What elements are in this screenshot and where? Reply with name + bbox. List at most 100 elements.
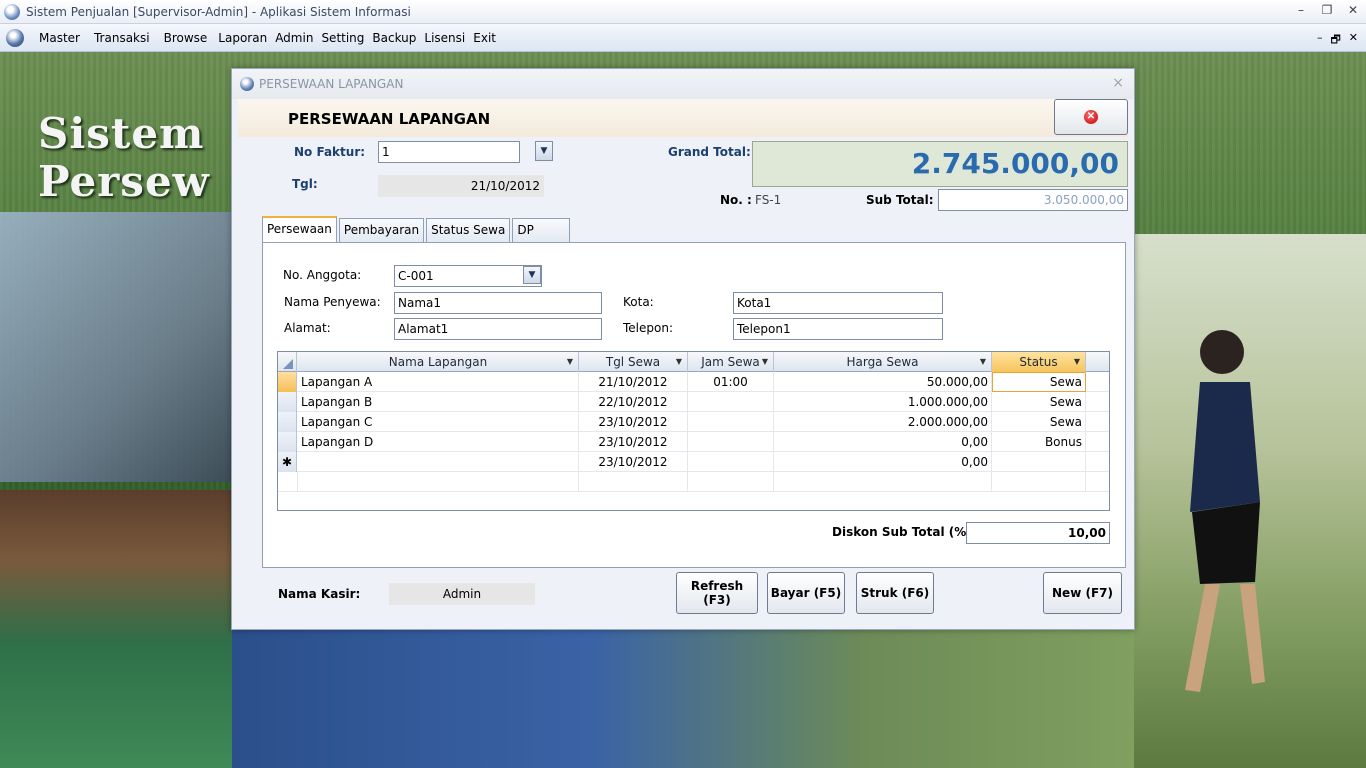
grid-header: Nama Lapangan ▼ Tgl Sewa ▼ Jam Sewa ▼ Harga… [278, 352, 1109, 372]
col-tgl-sewa[interactable]: Tgl Sewa ▼ [579, 352, 688, 372]
menu-admin[interactable]: Admin [271, 31, 317, 45]
nama-kasir-label: Nama Kasir: [278, 587, 361, 601]
cell-tgl[interactable]: 21/10/2012 [579, 372, 688, 392]
col-harga-sewa[interactable]: Harga Sewa ▼ [774, 352, 992, 372]
cell-nama[interactable]: Lapangan A [298, 372, 579, 392]
window-controls: – ❐ ✕ [1294, 3, 1360, 17]
cell-tgl[interactable]: 22/10/2012 [579, 392, 688, 412]
cell-nama[interactable]: Lapangan B [298, 392, 579, 412]
no-anggota-label: No. Anggota: [283, 268, 362, 282]
menu-exit[interactable]: Exit [469, 31, 500, 45]
table-row[interactable]: Lapangan D 23/10/2012 0,00 Bonus [278, 432, 1109, 452]
menu-logo-icon[interactable] [6, 28, 24, 47]
tab-dp[interactable]: DP [512, 218, 571, 242]
sort-arrow-icon: ▼ [1073, 357, 1080, 366]
alamat-input[interactable]: Alamat1 [394, 318, 602, 340]
minimize-icon[interactable]: – [1294, 3, 1308, 17]
persewaan-dialog: PERSEWAAN LAPANGAN × PERSEWAAN LAPANGAN … [231, 68, 1135, 630]
cell-status[interactable]: Bonus [992, 432, 1086, 452]
cell-tgl[interactable]: 23/10/2012 [579, 432, 688, 452]
new-row-icon[interactable]: ✱ [278, 452, 297, 472]
app-titlebar: Sistem Penjualan [Supervisor-Admin] - Ap… [0, 0, 1366, 24]
cell-status[interactable]: Sewa [992, 372, 1086, 392]
tab-strip: Persewaan Pembayaran Status Sewa DP [262, 216, 572, 242]
menu-transaksi[interactable]: Transaksi [87, 31, 157, 45]
menu-master[interactable]: Master [32, 31, 87, 45]
no-anggota-select[interactable]: C-001 [394, 265, 542, 287]
player-silhouette-icon [1185, 330, 1265, 692]
no-faktur-dropdown-icon[interactable]: ▼ [535, 141, 553, 161]
no-faktur-input[interactable]: 1 [378, 141, 520, 163]
cell-harga[interactable]: 2.000.000,00 [774, 412, 992, 432]
struk-button[interactable]: Struk (F6) [856, 572, 934, 614]
menu-setting[interactable]: Setting [317, 31, 368, 45]
tab-status-sewa[interactable]: Status Sewa [426, 218, 511, 242]
no-faktur-label: No Faktur: [294, 145, 366, 159]
kota-input[interactable]: Kota1 [733, 292, 943, 314]
cell-harga[interactable]: 0,00 [774, 432, 992, 452]
cell-jam[interactable]: 01:00 [688, 372, 774, 392]
new-row[interactable]: ✱ 23/10/2012 0,00 [278, 452, 1109, 472]
cell-status[interactable]: Sewa [992, 392, 1086, 412]
telepon-input[interactable]: Telepon1 [733, 318, 943, 340]
cell-tgl[interactable]: 23/10/2012 [579, 452, 688, 472]
sort-arrow-icon: ▼ [979, 357, 986, 366]
cell-jam[interactable] [688, 392, 774, 412]
table-row[interactable]: Lapangan A 21/10/2012 01:00 50.000,00 Se… [278, 372, 1109, 392]
row-selector[interactable] [278, 432, 297, 452]
tgl-label: Tgl: [292, 177, 318, 191]
row-selector[interactable] [278, 372, 297, 392]
cell-harga[interactable]: 0,00 [774, 452, 992, 472]
system-logo-text: Sistem Persew [38, 109, 210, 206]
menu-laporan[interactable]: Laporan [214, 31, 271, 45]
form-title: PERSEWAAN LAPANGAN [288, 110, 491, 128]
cell-tgl[interactable]: 23/10/2012 [579, 412, 688, 432]
dialog-close-icon[interactable]: × [1112, 75, 1124, 91]
nama-penyewa-input[interactable]: Nama1 [394, 292, 602, 314]
diskon-input[interactable]: 10,00 [966, 522, 1110, 544]
bayar-button[interactable]: Bayar (F5) [767, 572, 845, 614]
cell-status[interactable]: Sewa [992, 412, 1086, 432]
table-row[interactable]: Lapangan C 23/10/2012 2.000.000,00 Sewa [278, 412, 1109, 432]
tab-pembayaran[interactable]: Pembayaran [338, 218, 425, 242]
ball-kick-photo [232, 630, 1134, 768]
refresh-button[interactable]: Refresh (F3) [676, 572, 758, 614]
new-button[interactable]: New (F7) [1043, 572, 1122, 614]
cell-nama[interactable]: Lapangan C [298, 412, 579, 432]
telepon-label: Telepon: [623, 321, 673, 335]
rental-grid[interactable]: Nama Lapangan ▼ Tgl Sewa ▼ Jam Sewa ▼ Harga… [277, 351, 1110, 511]
close-form-button[interactable]: ✕ [1054, 99, 1128, 135]
mdi-close-icon[interactable]: ✕ [1349, 31, 1358, 50]
mdi-restore-icon[interactable]: 🗗 [1330, 31, 1340, 50]
cell-jam[interactable] [688, 432, 774, 452]
cell-nama[interactable] [298, 452, 579, 472]
mdi-controls: – 🗗 ✕ [1317, 31, 1358, 50]
maximize-icon[interactable]: ❐ [1320, 3, 1334, 17]
grand-total-value: 2.745.000,00 [752, 141, 1128, 187]
col-jam-sewa[interactable]: Jam Sewa ▼ [688, 352, 774, 372]
close-icon[interactable]: ✕ [1346, 3, 1360, 17]
menu-browse[interactable]: Browse [157, 31, 215, 45]
cell-jam[interactable] [688, 452, 774, 472]
row-selector[interactable] [278, 412, 297, 432]
select-all-icon[interactable] [278, 352, 297, 372]
cell-jam[interactable] [688, 412, 774, 432]
close-red-icon: ✕ [1084, 110, 1098, 124]
menu-lisensi[interactable]: Lisensi [420, 31, 469, 45]
sort-arrow-icon: ▼ [675, 357, 682, 366]
row-selector[interactable] [278, 392, 297, 412]
col-nama-lapangan[interactable]: Nama Lapangan ▼ [298, 352, 579, 372]
cell-nama[interactable]: Lapangan D [298, 432, 579, 452]
cell-harga[interactable]: 1.000.000,00 [774, 392, 992, 412]
no-anggota-dropdown-icon[interactable]: ▼ [523, 266, 541, 284]
menu-backup[interactable]: Backup [368, 31, 420, 45]
cell-harga[interactable]: 50.000,00 [774, 372, 992, 392]
diskon-label: Diskon Sub Total (%): [832, 525, 977, 539]
futsal-hall-photo [0, 490, 240, 768]
sort-arrow-icon: ▼ [566, 357, 573, 366]
tab-persewaan[interactable]: Persewaan [262, 216, 337, 242]
table-row[interactable]: Lapangan B 22/10/2012 1.000.000,00 Sewa [278, 392, 1109, 412]
mdi-minimize-icon[interactable]: – [1317, 31, 1323, 50]
col-status[interactable]: Status ▼ [992, 352, 1086, 372]
cell-status[interactable] [992, 452, 1086, 472]
